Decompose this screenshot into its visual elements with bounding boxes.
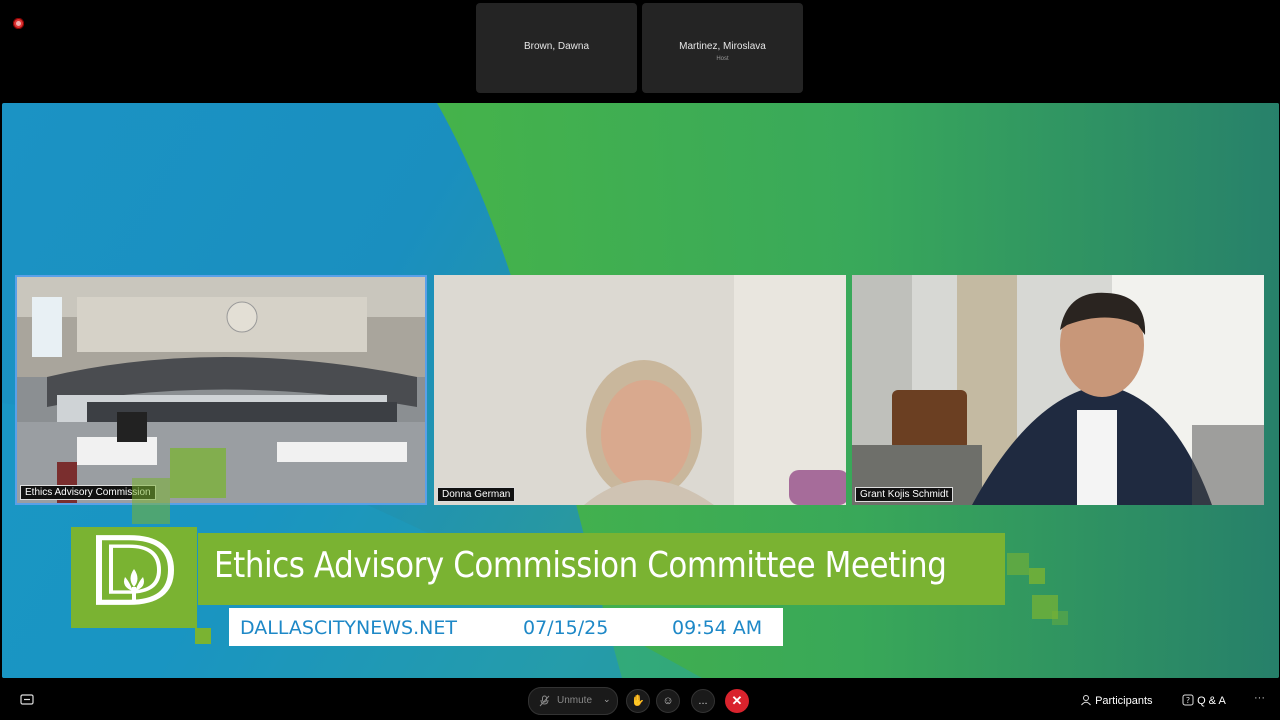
participant-role: Host <box>716 56 729 62</box>
meeting-title: Ethics Advisory Commission Committee Mee… <box>214 545 947 586</box>
decor-square <box>1029 568 1045 584</box>
site-url: DALLASCITYNEWS.NET <box>240 617 457 639</box>
qa-icon: ? <box>1182 694 1194 706</box>
mic-off-icon <box>539 695 550 707</box>
participant-tile[interactable]: Brown, Dawna <box>476 3 637 93</box>
decor-square <box>1007 553 1029 575</box>
captions-icon[interactable] <box>20 693 34 710</box>
video-tile-donna[interactable]: Donna German <box>434 275 846 505</box>
dallas-logo <box>71 527 197 628</box>
qa-button[interactable]: ? Q & A <box>1182 694 1226 707</box>
svg-text:?: ? <box>1186 696 1190 705</box>
video-label: Grant Kojis Schmidt <box>855 487 954 502</box>
participant-name: Martinez, Miroslava <box>679 41 766 52</box>
decor-square <box>170 448 226 498</box>
decor-square <box>195 628 211 644</box>
participant-tile[interactable]: Martinez, Miroslava Host <box>642 3 803 93</box>
video-label: Donna German <box>437 487 516 502</box>
more-options-button[interactable]: ... <box>691 689 715 713</box>
qa-label: Q & A <box>1197 695 1226 707</box>
meeting-date: 07/15/25 <box>523 617 609 639</box>
video-tile-grant[interactable]: Grant Kojis Schmidt <box>852 275 1264 505</box>
participant-name: Brown, Dawna <box>523 41 590 52</box>
overflow-menu-icon[interactable]: ··· <box>1254 692 1265 704</box>
participants-label: Participants <box>1095 695 1153 707</box>
participants-button[interactable]: Participants <box>1080 694 1153 707</box>
meeting-time: 09:54 AM <box>672 617 763 639</box>
unmute-label: Unmute <box>557 695 593 706</box>
recording-indicator-icon <box>13 18 24 29</box>
chevron-down-icon[interactable]: ⌄ <box>603 694 611 705</box>
decor-square <box>1052 611 1068 625</box>
reaction-icon[interactable]: ☺ <box>656 689 680 713</box>
meeting-stage: Ethics Advisory Commission Donna German <box>2 103 1279 678</box>
donna-video-image <box>434 275 846 505</box>
grant-video-image <box>852 275 1264 505</box>
unmute-button[interactable]: Unmute ⌄ <box>528 687 618 715</box>
person-icon <box>1081 695 1091 706</box>
more-label: ... <box>698 695 708 707</box>
leave-button[interactable]: ✕ <box>725 689 749 713</box>
decor-square <box>132 478 170 524</box>
raise-hand-icon[interactable]: ✋ <box>626 689 650 713</box>
